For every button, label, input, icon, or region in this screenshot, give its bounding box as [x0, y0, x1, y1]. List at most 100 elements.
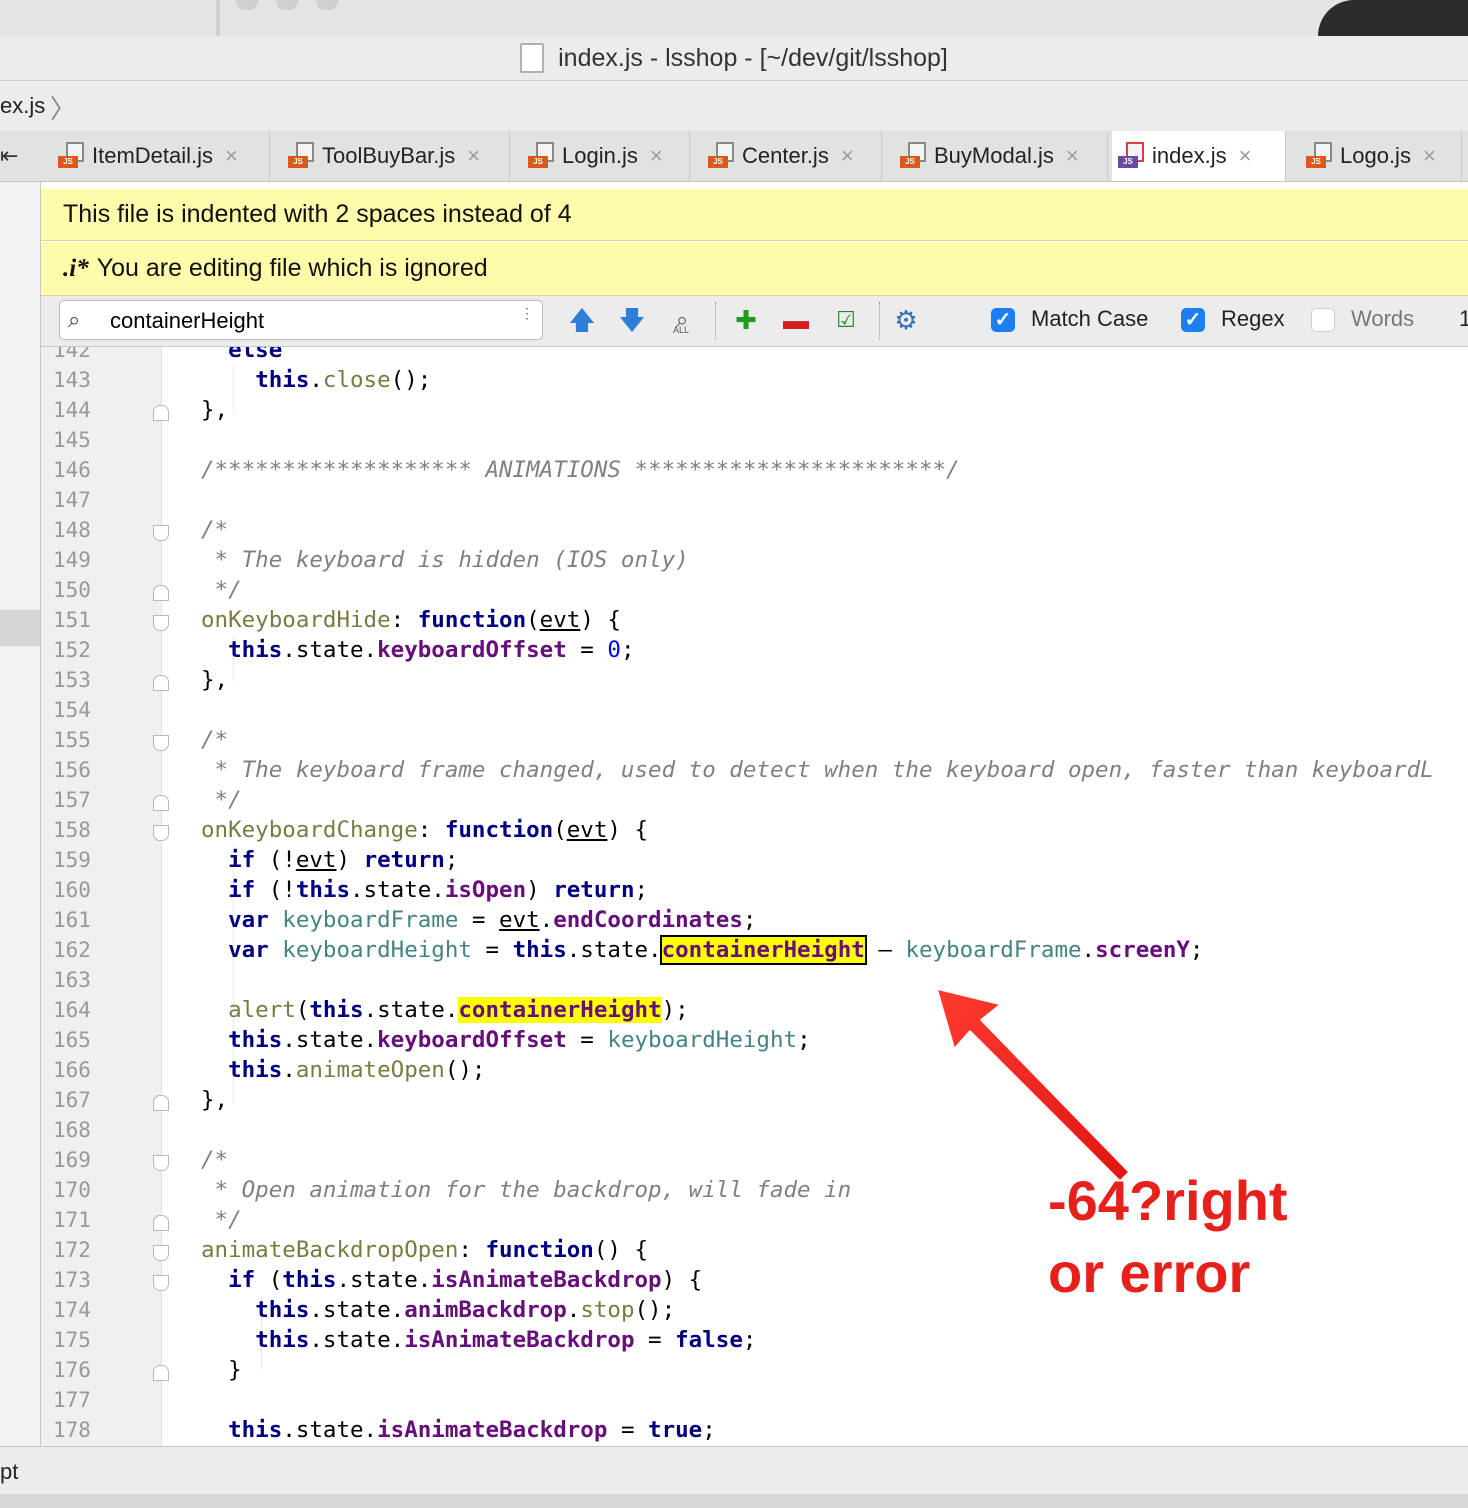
fold-marker[interactable] — [153, 1095, 169, 1111]
code-line-156: * The keyboard frame changed, used to de… — [201, 757, 1434, 783]
select-all-occurrences-icon[interactable]: ☑ — [831, 304, 861, 336]
code-line-169: /* — [201, 1147, 229, 1173]
tab-itemdetail[interactable]: JS ItemDetail.js × — [52, 131, 270, 181]
close-tab-icon[interactable]: × — [1423, 143, 1436, 169]
line-number: 175 — [53, 1328, 91, 1352]
traffic-light-close[interactable] — [236, 0, 258, 10]
line-number: 152 — [53, 638, 91, 662]
line-number: 170 — [53, 1178, 91, 1202]
close-tab-icon[interactable]: × — [1066, 143, 1079, 169]
words-label[interactable]: Words — [1351, 306, 1414, 332]
tab-toolbuybar[interactable]: JS ToolBuyBar.js × — [282, 131, 510, 181]
code-line-143: this.close(); — [255, 367, 432, 393]
search-field[interactable]: ⌕ ⋮ — [59, 300, 543, 340]
close-tab-icon[interactable]: × — [650, 143, 663, 169]
tab-label: Center.js — [742, 143, 829, 168]
line-number: 151 — [53, 608, 91, 632]
pane-divider — [216, 0, 220, 36]
code-editor[interactable]: 142 143 144 145 146 147 148 149 150 151 152 153 154 1… — [41, 347, 1468, 1446]
fold-marker[interactable] — [153, 525, 169, 541]
code-line-166: this.animateOpen(); — [228, 1057, 486, 1083]
line-number: 173 — [53, 1268, 91, 1292]
line-number: 176 — [53, 1358, 91, 1382]
code-line-157: */ — [201, 787, 242, 813]
code-line-153: }, — [201, 667, 229, 693]
fold-marker[interactable] — [153, 1245, 169, 1261]
fold-marker[interactable] — [153, 825, 169, 841]
fold-marker[interactable] — [153, 1365, 169, 1381]
toolbar-separator — [715, 302, 717, 340]
close-tab-icon[interactable]: × — [225, 143, 238, 169]
match-case-checkbox[interactable]: ✓ — [991, 308, 1015, 332]
code-line-178: this.state.isAnimateBackdrop = true; — [228, 1417, 716, 1443]
fold-marker[interactable] — [153, 1155, 169, 1171]
fold-marker[interactable] — [153, 405, 169, 421]
next-occurrence-icon[interactable]: 🡇 — [617, 304, 647, 336]
fold-marker[interactable] — [153, 1275, 169, 1291]
traffic-light-minimize[interactable] — [276, 0, 298, 10]
match-case-label[interactable]: Match Case — [1031, 306, 1148, 332]
code-line-146: /******************* ANIMATIONS ********… — [201, 457, 960, 483]
close-tab-icon[interactable]: × — [467, 143, 480, 169]
words-checkbox[interactable] — [1311, 308, 1335, 332]
code-line-173: if (this.state.isAnimateBackdrop) { — [228, 1267, 703, 1293]
match-count: 1 — [1459, 306, 1468, 331]
line-number: 145 — [53, 428, 91, 452]
code-line-172: animateBackdropOpen: function() { — [201, 1237, 649, 1263]
line-number: 163 — [53, 968, 91, 992]
fold-marker[interactable] — [153, 1215, 169, 1231]
tab-buymodal[interactable]: JS BuyModal.js × — [894, 131, 1108, 181]
code-line-144: }, — [201, 397, 229, 423]
line-number: 154 — [53, 698, 91, 722]
close-tab-icon[interactable]: × — [841, 143, 854, 169]
fold-marker[interactable] — [153, 585, 169, 601]
find-all-icon[interactable]: ⌕ ALL — [667, 304, 697, 336]
close-tab-icon[interactable]: × — [1239, 143, 1252, 169]
line-number: 149 — [53, 548, 91, 572]
line-number: 161 — [53, 908, 91, 932]
js-file-icon: JS — [708, 142, 734, 170]
line-number: 156 — [53, 758, 91, 782]
line-number: 162 — [53, 938, 91, 962]
line-number: 157 — [53, 788, 91, 812]
code-line-164: alert(this.state.containerHeight); — [228, 997, 689, 1023]
regex-label[interactable]: Regex — [1221, 306, 1285, 332]
line-number: 178 — [53, 1418, 91, 1442]
regex-checkbox[interactable]: ✓ — [1181, 308, 1205, 332]
tab-index[interactable]: JS index.js × — [1112, 131, 1286, 181]
fold-marker[interactable] — [153, 735, 169, 751]
line-number: 143 — [53, 368, 91, 392]
line-number: 167 — [53, 1088, 91, 1112]
tab-logo[interactable]: JS Logo.js × — [1300, 131, 1462, 181]
js-file-icon: JS — [288, 142, 314, 170]
tab-center[interactable]: JS Center.js × — [702, 131, 882, 181]
search-options-icon[interactable]: ⋮ — [520, 306, 534, 320]
line-number: 158 — [53, 818, 91, 842]
line-number: 160 — [53, 878, 91, 902]
breadcrumb-file[interactable]: ex.js — [0, 93, 45, 119]
line-number: 155 — [53, 728, 91, 752]
line-number: 146 — [53, 458, 91, 482]
background-window-corner — [1318, 0, 1468, 36]
traffic-light-zoom[interactable] — [316, 0, 338, 10]
code-line-142: else — [228, 347, 283, 363]
search-input[interactable] — [108, 307, 492, 335]
fold-marker[interactable] — [153, 615, 169, 631]
annotation-text-line1: -64?right — [1048, 1169, 1288, 1232]
code-line-171: */ — [201, 1207, 242, 1233]
previous-occurrence-icon[interactable]: 🡅 — [567, 304, 597, 336]
remove-occurrence-icon[interactable]: ▬ — [781, 304, 811, 336]
window-top-strip — [0, 0, 1468, 37]
find-toolbar: ⌕ ⋮ 🡅 🡇 ⌕ALL ✚ ▬ ☑ ⚙ ✓ Match Case ✓ Rege… — [41, 296, 1468, 347]
fold-marker[interactable] — [153, 675, 169, 691]
line-number: 159 — [53, 848, 91, 872]
tab-login[interactable]: JS Login.js × — [522, 131, 690, 181]
line-number: 172 — [53, 1238, 91, 1262]
collapse-tabs-icon[interactable]: ⇤ — [0, 143, 30, 169]
search-match: containerHeight — [458, 997, 662, 1023]
add-occurrence-icon[interactable]: ✚ — [731, 304, 761, 336]
editor-tab-bar: ⇤ JS ItemDetail.js × JS ToolBuyBar.js × … — [0, 131, 1468, 182]
search-icon[interactable]: ⌕ — [68, 307, 80, 333]
fold-marker[interactable] — [153, 795, 169, 811]
gear-icon[interactable]: ⚙ — [891, 304, 921, 336]
